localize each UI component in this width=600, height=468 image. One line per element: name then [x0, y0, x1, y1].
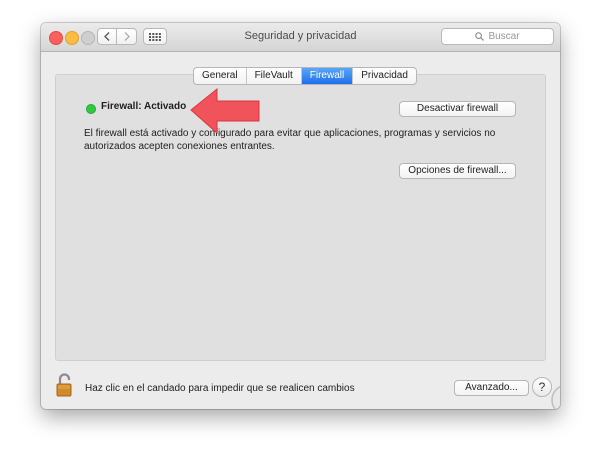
- deactivate-firewall-button[interactable]: Desactivar firewall: [399, 101, 516, 117]
- tab-bar: General FileVault Firewall Privacidad: [193, 67, 417, 85]
- unlocked-padlock-icon[interactable]: [56, 373, 74, 397]
- preferences-window: Seguridad y privacidad Buscar General Fi…: [41, 23, 560, 409]
- firewall-status-label: Firewall: Activado: [101, 101, 187, 112]
- search-field[interactable]: Buscar: [441, 28, 554, 45]
- firewall-options-button[interactable]: Opciones de firewall...: [399, 163, 516, 179]
- help-button[interactable]: ?: [532, 377, 552, 397]
- search-icon: [475, 32, 485, 41]
- advanced-button[interactable]: Avanzado...: [454, 380, 529, 396]
- tab-filevault[interactable]: FileVault: [247, 68, 302, 84]
- title-bar: Seguridad y privacidad Buscar: [41, 23, 560, 52]
- lock-instruction-text: Haz clic en el candado para impedir que …: [85, 383, 355, 394]
- content-panel: [55, 74, 546, 361]
- search-placeholder: Buscar: [488, 31, 520, 42]
- firewall-description: El firewall está activado y configurado …: [84, 128, 496, 152]
- red-annotation-arrow: [190, 87, 260, 135]
- firewall-status-dot: [86, 104, 96, 114]
- tab-general[interactable]: General: [194, 68, 247, 84]
- tab-firewall[interactable]: Firewall: [301, 68, 354, 84]
- solvetic-logo: [551, 385, 560, 409]
- tab-privacidad[interactable]: Privacidad: [353, 68, 416, 84]
